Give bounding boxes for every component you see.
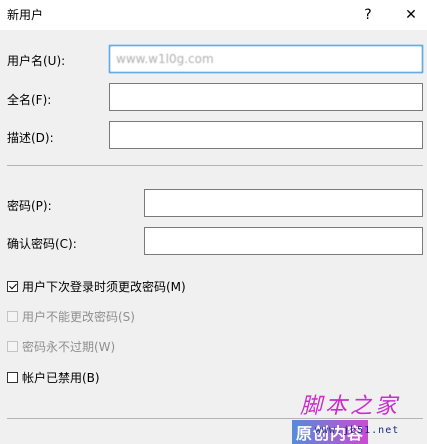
cannot-change-password-option: 用户不能更改密码(S) <box>7 308 135 325</box>
help-button[interactable]: ? <box>350 0 386 30</box>
username-label: 用户名(U): <box>7 54 66 68</box>
help-icon: ? <box>364 7 372 23</box>
must-change-password-option[interactable]: 用户下次登录时须更改密码(M) <box>7 278 186 295</box>
cannot-change-password-checkbox <box>7 311 18 322</box>
dialog-title: 新用户 <box>7 8 44 22</box>
password-never-expires-option: 密码永不过期(W) <box>7 338 115 355</box>
username-input[interactable] <box>109 45 423 73</box>
password-input[interactable] <box>144 189 423 217</box>
confirm-password-label: 确认密码(C): <box>7 237 77 251</box>
account-disabled-option[interactable]: 帐户已禁用(B) <box>7 369 100 386</box>
cannot-change-password-label: 用户不能更改密码(S) <box>22 310 135 324</box>
close-button[interactable]: ✕ <box>393 0 427 30</box>
description-input[interactable] <box>109 121 423 149</box>
password-never-expires-checkbox <box>7 341 18 352</box>
must-change-password-label: 用户下次登录时须更改密码(M) <box>22 280 186 294</box>
account-disabled-checkbox[interactable] <box>7 372 18 383</box>
password-never-expires-label: 密码永不过期(W) <box>22 340 116 354</box>
new-user-dialog: 新用户 ? ✕ 用户名(U): 全名(F): 描述(D): 密码(P): 确认密… <box>0 0 427 444</box>
divider-top <box>7 165 423 166</box>
fullname-input[interactable] <box>109 83 423 111</box>
watermark-site: www.jb51.net <box>315 425 400 436</box>
title-bar: 新用户 ? ✕ <box>0 0 427 30</box>
account-disabled-label: 帐户已禁用(B) <box>22 371 100 385</box>
confirm-password-input[interactable] <box>144 227 423 255</box>
password-label: 密码(P): <box>7 199 52 213</box>
fullname-label: 全名(F): <box>7 93 52 107</box>
watermark-logo-top: 脚本之家 <box>300 394 401 419</box>
description-label: 描述(D): <box>7 131 54 145</box>
close-icon: ✕ <box>405 7 417 23</box>
must-change-password-checkbox[interactable] <box>7 281 18 292</box>
